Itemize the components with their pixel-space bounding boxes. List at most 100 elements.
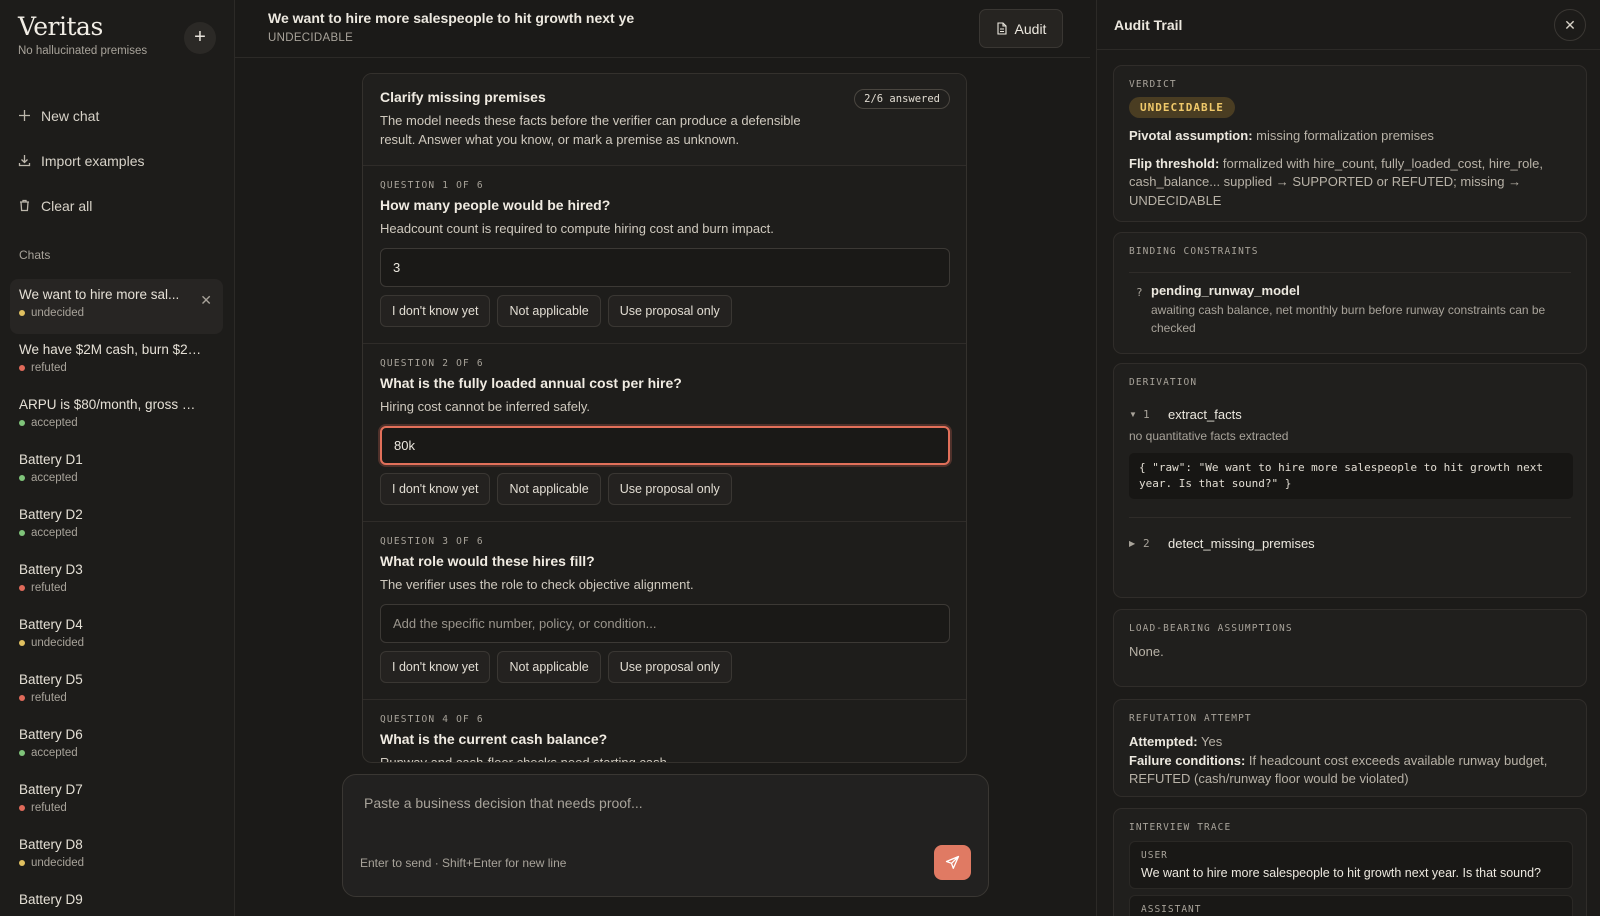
- step-note: no quantitative facts extracted: [1129, 429, 1289, 443]
- trace-message: USER We want to hire more salespeople to…: [1129, 841, 1573, 889]
- chat-item[interactable]: Battery D5 refuted: [10, 664, 223, 719]
- chat-title: Battery D8: [19, 837, 83, 852]
- chat-item[interactable]: Battery D6 accepted: [10, 719, 223, 774]
- chat-status-text: undecided: [31, 857, 85, 869]
- chat-status: undecided: [19, 857, 214, 869]
- conversation-verdict: UNDECIDABLE: [268, 32, 354, 44]
- audit-button[interactable]: Audit: [979, 9, 1063, 48]
- step-name: extract_facts: [1168, 407, 1242, 422]
- dont-know-button[interactable]: I don't know yet: [380, 473, 491, 505]
- question-number: QUESTION 2 OF 6: [380, 358, 484, 369]
- chat-status-text: refuted: [31, 692, 67, 704]
- pivotal-key: Pivotal assumption:: [1129, 128, 1253, 143]
- import-examples-button[interactable]: Import examples: [18, 138, 144, 183]
- not-applicable-button[interactable]: Not applicable: [497, 295, 601, 327]
- clear-all-button[interactable]: Clear all: [18, 183, 144, 228]
- derivation-step[interactable]: ▶ 2 detect_missing_premises: [1129, 536, 1571, 551]
- question-title: What role would these hires fill?: [380, 553, 595, 569]
- pivotal-value: missing formalization premises: [1256, 128, 1434, 143]
- question-description: Hiring cost cannot be inferred safely.: [380, 399, 591, 414]
- close-icon: ✕: [1564, 16, 1576, 33]
- chat-title: Battery D2: [19, 507, 83, 522]
- chat-status-text: accepted: [31, 747, 78, 759]
- status-dot: [19, 805, 25, 811]
- status-dot: [19, 475, 25, 481]
- derivation-section: DERIVATION ▼ 1 extract_facts no quantita…: [1113, 363, 1587, 598]
- trace-text: We want to hire more salespeople to hit …: [1141, 866, 1541, 880]
- question-block: QUESTION 4 OF 6 What is the current cash…: [363, 700, 966, 762]
- chat-item[interactable]: ARPU is $80/month, gross ma... accepted: [10, 389, 223, 444]
- failure-key: Failure conditions:: [1129, 752, 1246, 768]
- audit-trail-panel: Audit Trail ✕ VERDICT UNDECIDABLE Pivota…: [1096, 0, 1600, 916]
- step-number: 1: [1143, 408, 1150, 421]
- load-bearing-value: None.: [1129, 644, 1164, 659]
- close-icon[interactable]: ✕: [200, 292, 212, 309]
- answer-input[interactable]: [380, 248, 950, 287]
- chat-title: Battery D9: [19, 892, 83, 907]
- chat-title: Battery D1: [19, 452, 83, 467]
- chat-status: undecided: [19, 307, 214, 319]
- new-chat-plus-button[interactable]: +: [184, 22, 216, 54]
- chat-item[interactable]: Battery D1 accepted: [10, 444, 223, 499]
- use-proposal-only-button[interactable]: Use proposal only: [607, 651, 732, 683]
- send-button[interactable]: [934, 845, 971, 880]
- answer-options: I don't know yet Not applicable Use prop…: [380, 473, 949, 505]
- refutation-section: REFUTATION ATTEMPT Attempted: Yes Failur…: [1113, 699, 1587, 797]
- use-proposal-only-button[interactable]: Use proposal only: [607, 295, 732, 327]
- dont-know-button[interactable]: I don't know yet: [380, 295, 491, 327]
- status-dot: [19, 750, 25, 756]
- not-applicable-button[interactable]: Not applicable: [497, 651, 601, 683]
- question-description: The verifier uses the role to check obje…: [380, 577, 694, 592]
- chat-item[interactable]: Battery D4 undecided: [10, 609, 223, 664]
- not-applicable-button[interactable]: Not applicable: [497, 473, 601, 505]
- trace-message: ASSISTANT: [1129, 895, 1573, 916]
- conversation-header: We want to hire more salespeople to hit …: [235, 0, 1090, 58]
- message-input[interactable]: Paste a business decision that needs pro…: [364, 795, 643, 811]
- trace-role: USER: [1141, 850, 1168, 861]
- step-code: { "raw": "We want to hire more salespeop…: [1129, 453, 1573, 499]
- status-dot: [19, 695, 25, 701]
- load-bearing-section: LOAD-BEARING ASSUMPTIONS None.: [1113, 609, 1587, 687]
- chat-item[interactable]: Battery D7 refuted: [10, 774, 223, 829]
- answer-options: I don't know yet Not applicable Use prop…: [380, 295, 949, 327]
- chat-item[interactable]: Battery D9: [10, 884, 223, 916]
- flip-threshold: Flip threshold: formalized with hire_cou…: [1129, 155, 1571, 211]
- audit-title: Audit Trail: [1114, 17, 1183, 33]
- chat-item[interactable]: Battery D8 undecided: [10, 829, 223, 884]
- question-title: What is the fully loaded annual cost per…: [380, 375, 682, 391]
- use-proposal-only-button[interactable]: Use proposal only: [607, 473, 732, 505]
- expand-triangle-icon: ▼: [1129, 410, 1137, 419]
- chat-item[interactable]: Battery D2 accepted: [10, 499, 223, 554]
- chat-item[interactable]: We have $2M cash, burn $25... refuted: [10, 334, 223, 389]
- download-icon: [18, 154, 32, 167]
- constraint-row: ? pending_runway_model awaiting cash bal…: [1129, 272, 1571, 337]
- close-audit-button[interactable]: ✕: [1554, 9, 1586, 41]
- audit-header: Audit Trail ✕: [1097, 0, 1600, 50]
- pending-mark: ?: [1136, 286, 1143, 299]
- chat-title: We have $2M cash, burn $25...: [19, 342, 205, 357]
- chat-status: accepted: [19, 417, 214, 429]
- chat-status: refuted: [19, 692, 214, 704]
- import-examples-label: Import examples: [41, 152, 145, 169]
- dont-know-button[interactable]: I don't know yet: [380, 651, 491, 683]
- card-header: Clarify missing premises The model needs…: [363, 74, 966, 166]
- chat-status-text: undecided: [31, 307, 85, 319]
- chat-status: refuted: [19, 362, 214, 374]
- new-chat-button[interactable]: New chat: [18, 93, 144, 138]
- answer-input[interactable]: [380, 604, 950, 643]
- status-dot: [19, 640, 25, 646]
- derivation-step[interactable]: ▼ 1 extract_facts: [1129, 407, 1571, 422]
- chat-title: ARPU is $80/month, gross ma...: [19, 397, 205, 412]
- chat-status-text: accepted: [31, 417, 78, 429]
- brand-subtitle: No hallucinated premises: [18, 45, 148, 57]
- chat-item[interactable]: We want to hire more sal... undecided ✕: [10, 279, 223, 334]
- message-composer[interactable]: Paste a business decision that needs pro…: [342, 774, 989, 897]
- chat-title: Battery D5: [19, 672, 83, 687]
- constraint-name: pending_runway_model: [1151, 283, 1300, 298]
- answered-badge: 2/6 answered: [854, 89, 950, 109]
- chats-section-label: Chats: [19, 248, 51, 262]
- interview-trace-section: INTERVIEW TRACE USER We want to hire mor…: [1113, 808, 1587, 916]
- chat-item[interactable]: Battery D3 refuted: [10, 554, 223, 609]
- answer-input[interactable]: [380, 426, 950, 465]
- main-panel: We want to hire more salespeople to hit …: [235, 0, 1090, 916]
